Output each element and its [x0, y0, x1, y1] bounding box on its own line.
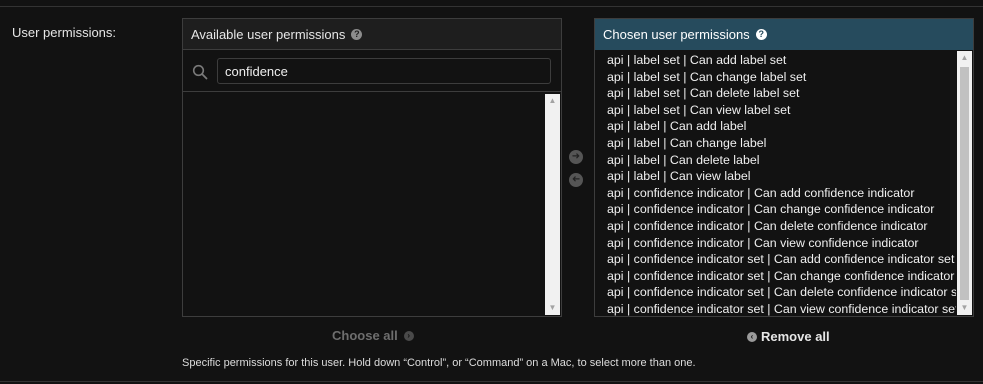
scroll-down-arrow-icon[interactable]: ▼	[545, 301, 560, 315]
scroll-down-arrow-icon[interactable]: ▼	[957, 301, 972, 315]
question-circle-icon[interactable]: ?	[755, 29, 767, 40]
arrow-left-circle-icon: ‹	[747, 331, 757, 342]
chosen-option[interactable]: api | label | Can view label	[607, 168, 956, 185]
chosen-option[interactable]: api | label | Can add label	[607, 118, 956, 135]
chosen-option[interactable]: api | confidence indicator | Can add con…	[607, 185, 956, 202]
chosen-title: Chosen user permissions	[603, 27, 750, 42]
chosen-option[interactable]: api | confidence indicator set | Can add…	[607, 251, 956, 268]
chosen-option[interactable]: api | confidence indicator | Can change …	[607, 201, 956, 218]
top-divider	[0, 6, 983, 7]
search-icon	[192, 64, 208, 80]
chosen-option[interactable]: api | confidence indicator | Can view co…	[607, 235, 956, 252]
chosen-options-list[interactable]: api | label set | Can add label set api |…	[595, 50, 956, 316]
chosen-option[interactable]: api | label | Can change label	[607, 135, 956, 152]
filter-row	[183, 50, 561, 92]
available-title: Available user permissions	[191, 26, 346, 42]
scroll-thumb[interactable]	[960, 67, 969, 300]
chosen-option[interactable]: api | confidence indicator set | Can cha…	[607, 268, 956, 285]
question-circle-icon[interactable]: ?	[351, 28, 363, 40]
scroll-up-arrow-icon[interactable]: ▲	[957, 51, 972, 65]
chosen-option[interactable]: api | label set | Can add label set	[607, 52, 956, 69]
chosen-option[interactable]: api | label set | Can delete label set	[607, 85, 956, 102]
chosen-permissions-box: Chosen user permissions ? api | label se…	[594, 18, 974, 317]
choose-all-label: Choose all	[332, 328, 398, 343]
chosen-option[interactable]: api | confidence indicator set | Can del…	[607, 284, 956, 301]
available-header: Available user permissions ?	[183, 19, 561, 50]
available-select[interactable]: ▲ ▼	[183, 93, 561, 316]
chosen-scrollbar[interactable]: ▲ ▼	[957, 51, 972, 315]
chosen-header: Chosen user permissions ?	[595, 19, 973, 50]
chosen-option[interactable]: api | label set | Can change label set	[607, 69, 956, 86]
help-text: Specific permissions for this user. Hold…	[182, 357, 696, 369]
chosen-option[interactable]: api | confidence indicator set | Can vie…	[607, 301, 956, 316]
arrow-right-circle-icon: ›	[403, 330, 414, 341]
remove-all-label: Remove all	[761, 329, 830, 344]
field-label: User permissions:	[12, 25, 117, 40]
filter-input[interactable]	[217, 58, 551, 84]
available-permissions-box: Available user permissions ? ▲ ▼	[182, 18, 562, 317]
chosen-select[interactable]: api | label set | Can add label set api |…	[595, 50, 973, 316]
remove-all-link[interactable]: ‹ Remove all	[747, 329, 830, 344]
arrow-left-circle-icon[interactable]: ➜	[569, 173, 583, 187]
scroll-up-arrow-icon[interactable]: ▲	[545, 94, 560, 108]
available-scrollbar[interactable]: ▲ ▼	[545, 94, 560, 315]
available-options-list[interactable]	[183, 93, 544, 316]
bottom-divider	[0, 381, 983, 382]
chosen-option[interactable]: api | confidence indicator | Can delete …	[607, 218, 956, 235]
selector-chooser: ➜ ➜	[569, 150, 587, 196]
arrow-right-circle-icon[interactable]: ➜	[569, 150, 583, 164]
chosen-option[interactable]: api | label | Can delete label	[607, 152, 956, 169]
choose-all-link[interactable]: Choose all ›	[332, 328, 414, 343]
chosen-option[interactable]: api | label set | Can view label set	[607, 102, 956, 119]
